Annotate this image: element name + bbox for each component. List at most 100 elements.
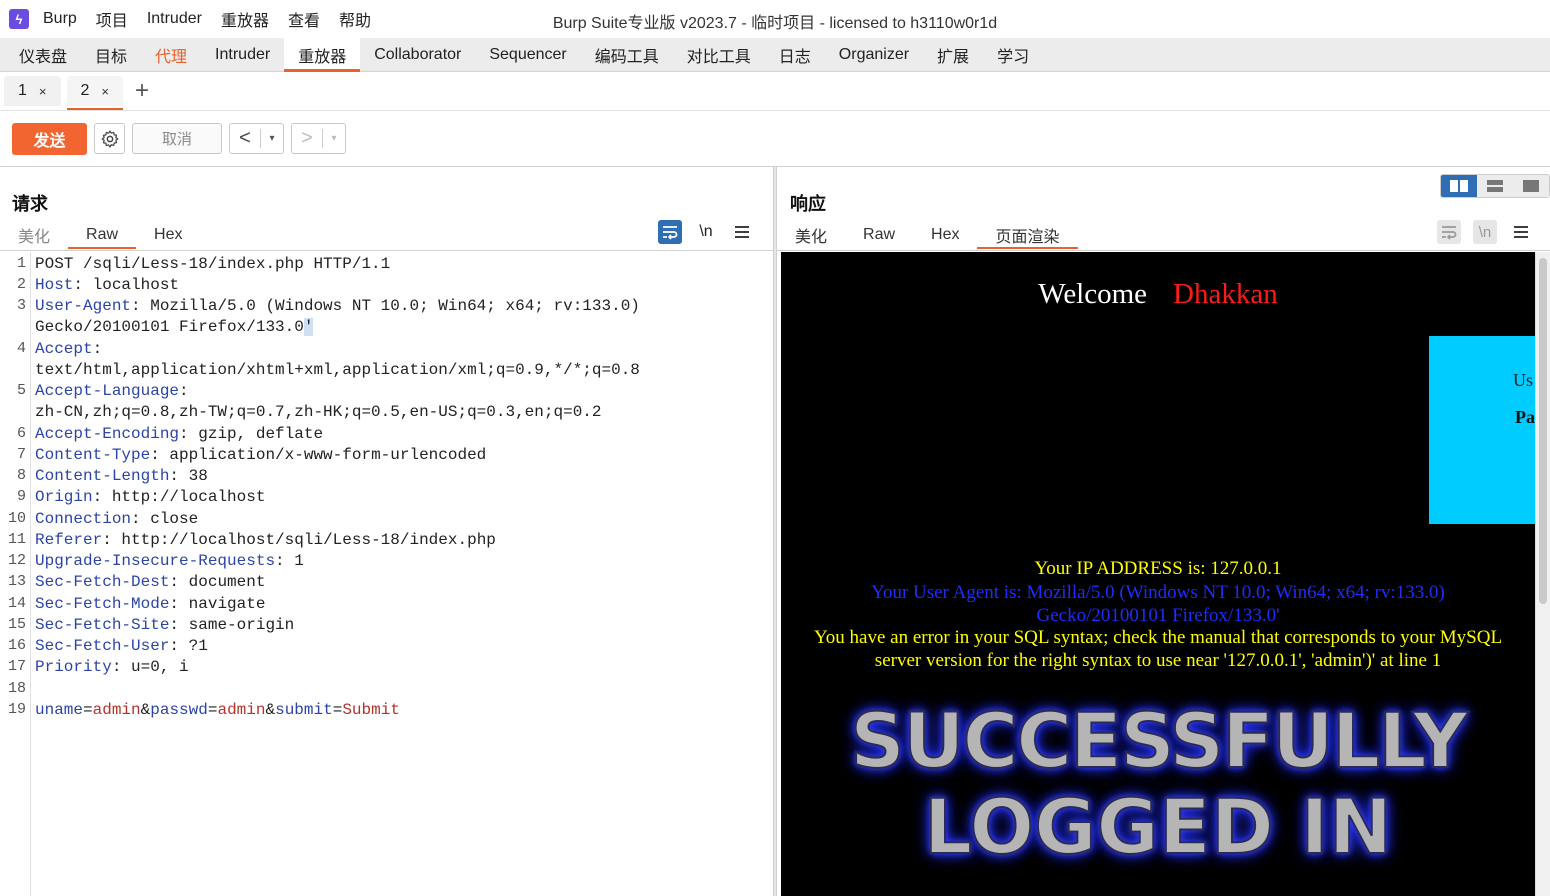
repeater-tab-label: 2: [80, 82, 90, 99]
tab-extensions[interactable]: 扩展: [923, 38, 983, 71]
layout-tabs-icon[interactable]: [1513, 175, 1549, 197]
layout-stacked-icon[interactable]: [1477, 175, 1513, 197]
login-form-box: Us Pa: [1429, 336, 1535, 524]
response-view-tabs: 美化 Raw Hex 页面渲染: [777, 219, 1078, 251]
tab-organizer[interactable]: Organizer: [825, 38, 923, 71]
cancel-button[interactable]: 取消: [132, 123, 222, 154]
send-button[interactable]: 发送: [12, 122, 87, 155]
tab-pretty[interactable]: 美化: [0, 219, 68, 251]
back-button[interactable]: < ▾: [229, 123, 284, 154]
line-number: 7: [16, 446, 26, 463]
header-key: Accept-Language: [35, 382, 180, 400]
header-key: Sec-Fetch-Mode: [35, 595, 170, 613]
chevron-left-icon: <: [239, 127, 251, 149]
tab-learn[interactable]: 学习: [983, 38, 1043, 71]
tab-raw[interactable]: Raw: [845, 219, 913, 251]
hamburger-menu-icon[interactable]: [1509, 220, 1533, 244]
param-key: submit: [275, 701, 333, 719]
header-key: Content-Type: [35, 446, 151, 464]
vertical-scrollbar[interactable]: [1535, 252, 1550, 896]
header-key: Priority: [35, 658, 112, 676]
scrollbar-thumb[interactable]: [1539, 258, 1547, 604]
header-key: Content-Length: [35, 467, 170, 485]
menu-view[interactable]: 查看: [288, 7, 320, 31]
repeater-tab-1[interactable]: 1 ×: [4, 76, 61, 106]
header-value: Mozilla/5.0 (Windows NT 10.0; Win64; x64…: [140, 297, 640, 315]
tab-intruder[interactable]: Intruder: [201, 38, 284, 71]
close-icon[interactable]: ×: [39, 84, 47, 99]
word-wrap-icon[interactable]: [658, 220, 682, 244]
request-pane: 请求 美化 Raw Hex \n 1 2 3 4 5 6 7 8 9 10 11…: [0, 167, 773, 896]
tab-raw[interactable]: Raw: [68, 219, 137, 251]
line-number: 18: [7, 680, 26, 697]
request-line: POST /sqli/Less-18/index.php HTTP/1.1: [35, 255, 391, 273]
tab-logger[interactable]: 日志: [765, 38, 825, 71]
tab-comparer[interactable]: 对比工具: [673, 38, 765, 71]
header-line: Sec-Fetch-Mode: navigate: [35, 595, 266, 613]
user-agent-line-2: Gecko/20100101 Firefox/133.0': [1036, 605, 1280, 626]
username-label: Us: [1513, 370, 1534, 390]
repeater-tab-2[interactable]: 2 ×: [66, 76, 123, 110]
word-wrap-icon[interactable]: [1437, 220, 1461, 244]
tab-decoder[interactable]: 编码工具: [581, 38, 673, 71]
tab-render[interactable]: 页面渲染: [977, 219, 1078, 251]
tab-repeater[interactable]: 重放器: [284, 38, 361, 72]
menu-repeater[interactable]: 重放器: [221, 7, 269, 31]
tab-collaborator[interactable]: Collaborator: [360, 38, 475, 71]
close-icon[interactable]: ×: [101, 84, 109, 99]
tab-sequencer[interactable]: Sequencer: [475, 38, 580, 71]
forward-button[interactable]: > ▾: [291, 123, 346, 154]
line-number: 12: [7, 552, 26, 569]
line-number: 4: [16, 340, 26, 357]
ip-address-line: Your IP ADDRESS is: 127.0.0.1: [1034, 558, 1282, 579]
request-title: 请求: [12, 194, 48, 214]
tab-target[interactable]: 目标: [81, 38, 141, 71]
header-key: Referer: [35, 531, 103, 549]
tab-hex[interactable]: Hex: [136, 219, 200, 251]
user-agent-line: Your User Agent is: Mozilla/5.0 (Windows…: [781, 581, 1535, 627]
request-editor[interactable]: 1 2 3 4 5 6 7 8 9 10 11 12 13 14 15 16 1…: [0, 252, 773, 896]
newline-toggle-icon[interactable]: \n: [694, 220, 718, 244]
chevron-right-icon: >: [301, 127, 313, 149]
response-pane: 响应 美化 Raw Hex 页面渲染 \n Welcome Dhakkan Us …: [777, 167, 1550, 896]
chevron-down-icon[interactable]: ▾: [260, 129, 283, 148]
header-line: Sec-Fetch-Dest: document: [35, 573, 266, 591]
layout-side-by-side-icon[interactable]: [1441, 175, 1477, 197]
tab-dashboard[interactable]: 仪表盘: [5, 38, 81, 71]
header-value: close: [140, 510, 199, 528]
line-number: 14: [7, 595, 26, 612]
tab-proxy[interactable]: 代理: [141, 38, 201, 71]
line-number: 2: [16, 276, 26, 293]
add-tab-icon[interactable]: +: [135, 79, 149, 103]
header-line: Content-Type: application/x-www-form-url…: [35, 446, 487, 464]
chevron-down-icon[interactable]: ▾: [322, 129, 345, 148]
sql-error-message: You have an error in your SQL syntax; ch…: [781, 626, 1535, 672]
repeater-tab-bar: 1 × 2 × +: [0, 72, 1550, 111]
header-value: http://localhost: [102, 488, 266, 506]
header-value: gzip, deflate: [188, 425, 324, 443]
header-value: navigate: [179, 595, 266, 613]
menu-help[interactable]: 帮助: [339, 7, 371, 31]
line-number: 15: [7, 616, 26, 633]
header-continuation: zh-CN,zh;q=0.8,zh-TW;q=0.7,zh-HK;q=0.5,e…: [35, 403, 602, 421]
header-value: 1: [284, 552, 304, 570]
welcome-name: Dhakkan: [1173, 278, 1278, 310]
header-value: localhost: [83, 276, 180, 294]
tab-pretty[interactable]: 美化: [777, 219, 845, 251]
header-line: Origin: http://localhost: [35, 488, 266, 506]
header-line: Sec-Fetch-User: ?1: [35, 637, 208, 655]
header-value: application/x-www-form-urlencoded: [159, 446, 487, 464]
menu-burp[interactable]: Burp: [43, 10, 77, 28]
sql-error-line-2: server version for the right syntax to u…: [874, 650, 1442, 671]
header-continuation: Gecko/20100101 Firefox/133.0': [35, 318, 314, 336]
header-line: Host: localhost: [35, 276, 180, 294]
user-agent-line-1: Your User Agent is: Mozilla/5.0 (Windows…: [871, 582, 1445, 603]
menu-intruder[interactable]: Intruder: [147, 10, 202, 28]
newline-toggle-icon[interactable]: \n: [1473, 220, 1497, 244]
line-number: 1: [16, 255, 26, 272]
hamburger-menu-icon[interactable]: [730, 220, 754, 244]
menu-project[interactable]: 项目: [96, 7, 128, 31]
header-line: User-Agent: Mozilla/5.0 (Windows NT 10.0…: [35, 297, 640, 315]
tab-hex[interactable]: Hex: [913, 219, 977, 251]
settings-button[interactable]: [94, 123, 125, 154]
